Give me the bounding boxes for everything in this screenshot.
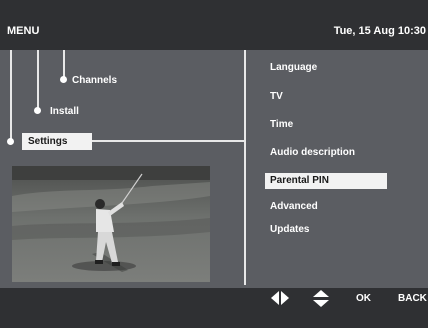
menu-item-tv[interactable]: TV	[270, 91, 283, 102]
top-bar: MENU Tue, 15 Aug 10:30	[0, 0, 428, 50]
tree-item-install[interactable]: Install	[50, 106, 79, 117]
menu-item-time[interactable]: Time	[270, 119, 293, 130]
up-down-arrows-icon[interactable]	[313, 290, 329, 307]
tree-item-settings[interactable]: Settings	[22, 133, 92, 150]
tree-line-outer	[10, 50, 12, 141]
tree-item-channels[interactable]: Channels	[72, 75, 117, 86]
channels-node-dot	[60, 76, 67, 83]
tv-preview	[12, 166, 210, 282]
panel-divider	[244, 50, 246, 285]
tree-connector	[92, 140, 244, 142]
menu-item-updates[interactable]: Updates	[270, 224, 309, 235]
menu-item-parental-pin[interactable]: Parental PIN	[265, 173, 387, 189]
date-time: Tue, 15 Aug 10:30	[333, 25, 426, 37]
menu-item-language[interactable]: Language	[270, 62, 317, 73]
menu-item-advanced[interactable]: Advanced	[270, 201, 318, 212]
install-node-dot	[34, 107, 41, 114]
menu-item-audio-description[interactable]: Audio description	[270, 147, 355, 158]
menu-title: MENU	[7, 25, 40, 37]
tree-line-inner	[63, 50, 65, 79]
settings-node-dot	[7, 138, 14, 145]
left-right-arrows-icon[interactable]	[271, 290, 289, 306]
ok-button[interactable]: OK	[356, 293, 371, 304]
tree-line-middle	[37, 50, 39, 110]
golfer-image	[12, 166, 210, 282]
back-button[interactable]: BACK	[398, 293, 427, 304]
